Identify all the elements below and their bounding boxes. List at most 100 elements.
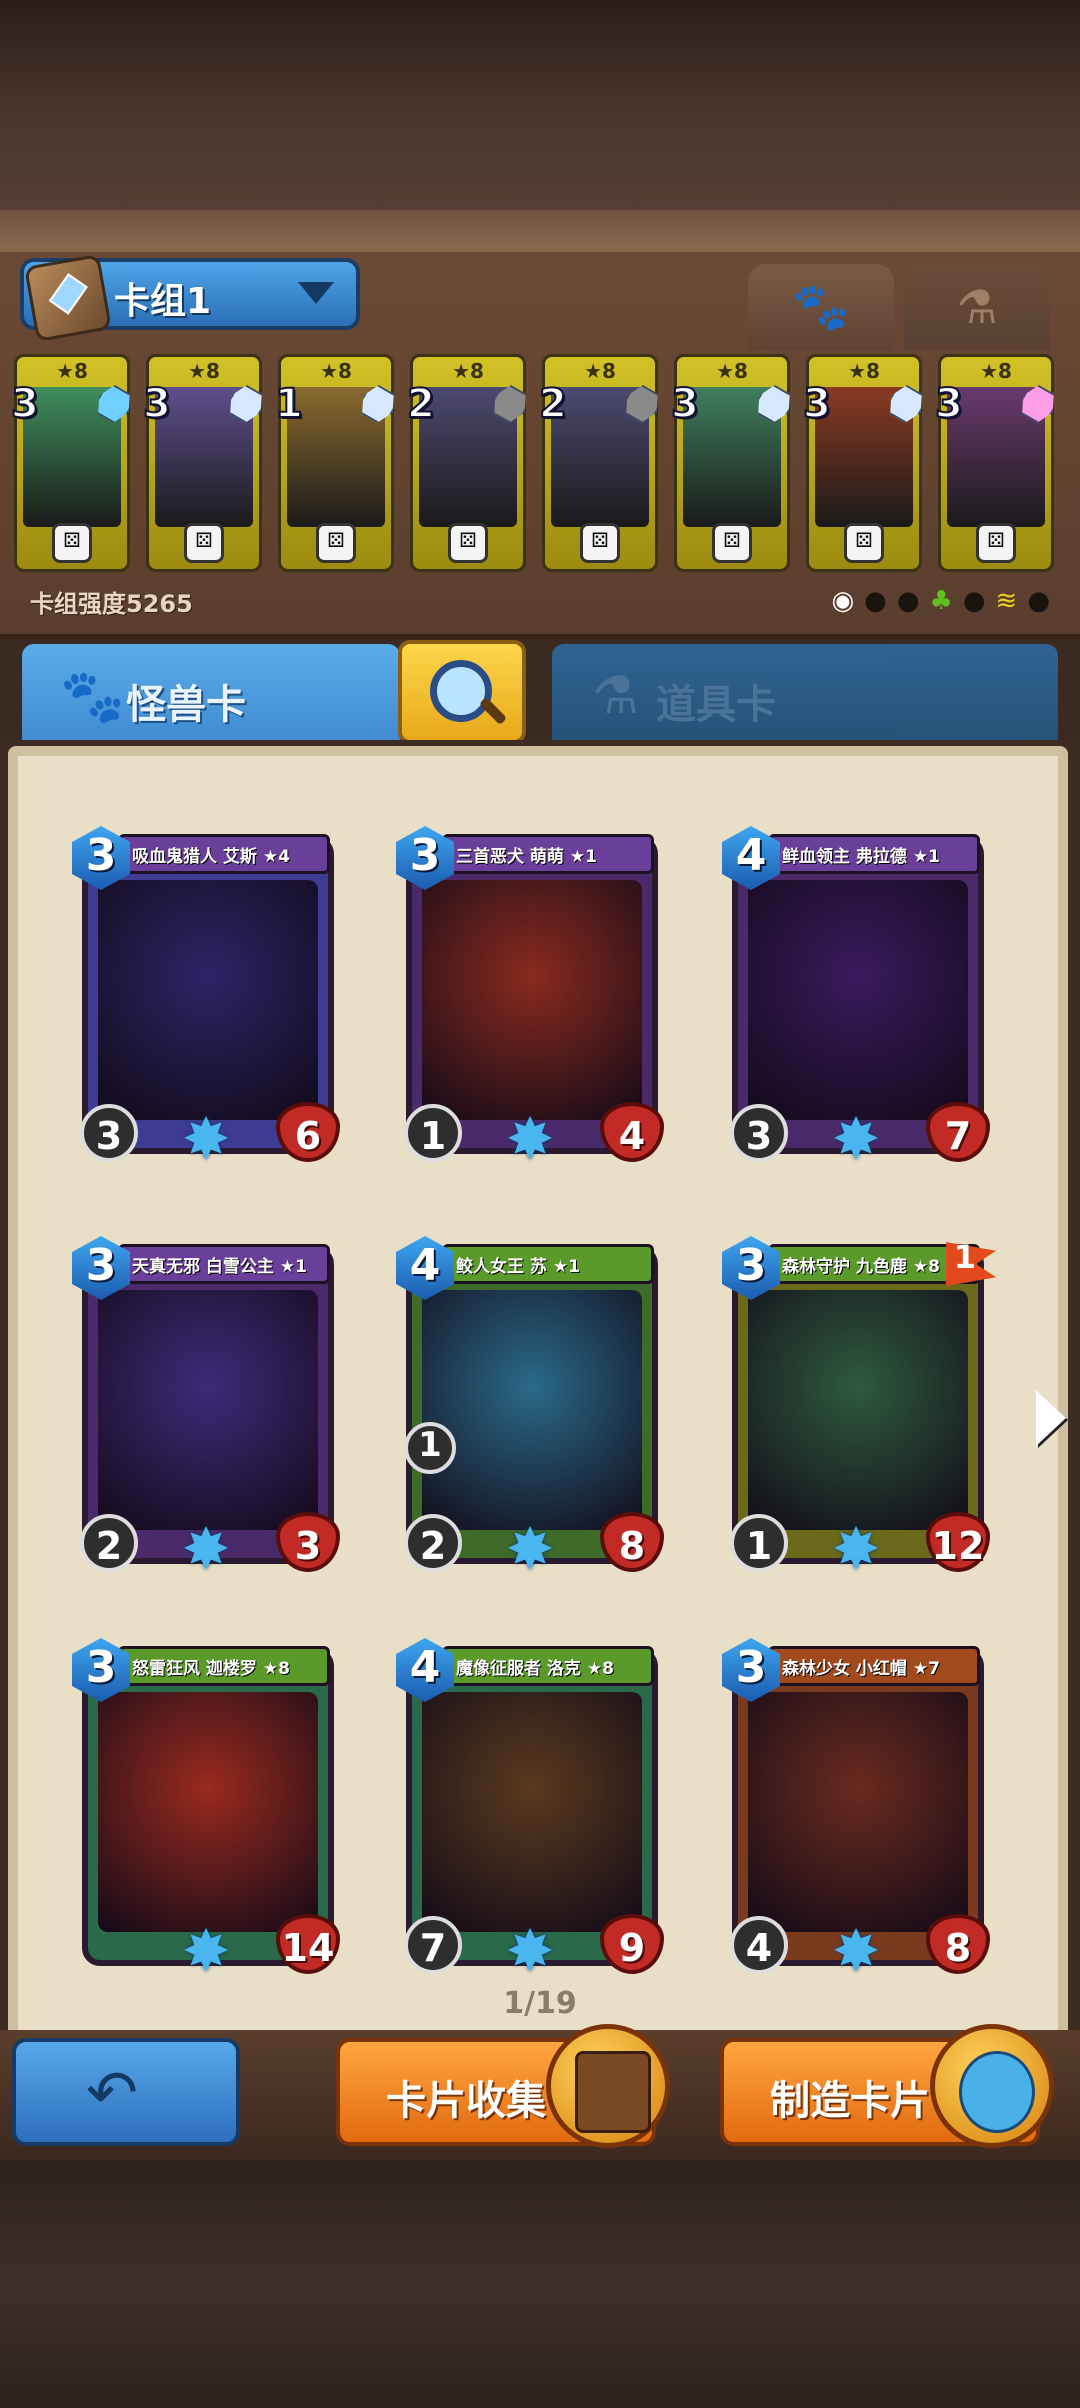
deck-card-cost: 3 bbox=[802, 380, 832, 428]
card-health: 12 bbox=[931, 1524, 985, 1568]
deck-card-row: ★8 3 ⚄ ★8 3 ⚄ ★8 1 ⚄ ★8 2 ⚄ ★8 2 ⚄ ★8 3 ⚄ ★8 3 ⚄ ★8 3 ⚄ bbox=[10, 354, 1066, 576]
monster-card[interactable]: 森林守护 九色鹿 ★8 3 ✸ 12 1 1 bbox=[722, 1236, 996, 1578]
deck-selector[interactable]: 卡组1 bbox=[20, 253, 360, 343]
deck-card[interactable]: ★8 2 ⚄ bbox=[538, 354, 658, 572]
card-flag-count: 1 bbox=[953, 1238, 976, 1276]
card-cost: 3 bbox=[735, 1642, 767, 1693]
card-health: 14 bbox=[281, 1926, 335, 1970]
deck-card[interactable]: ★8 3 ⚄ bbox=[802, 354, 922, 572]
card-cost: 3 bbox=[85, 830, 117, 881]
deck-card-cost: 3 bbox=[934, 380, 964, 428]
page-indicator: 1/19 bbox=[503, 1986, 577, 2021]
card-art bbox=[748, 880, 968, 1120]
deck-card-cost: 2 bbox=[406, 380, 436, 428]
tab-monster-cards[interactable]: 🐾 怪兽卡 bbox=[22, 644, 400, 754]
dice-icon: ⚄ bbox=[52, 523, 92, 563]
deck-card[interactable]: ★8 3 ⚄ bbox=[934, 354, 1054, 572]
flask-icon: ⚗ bbox=[592, 666, 639, 726]
card-extra: 1 bbox=[418, 1425, 442, 1465]
card-art bbox=[98, 1692, 318, 1932]
craft-potion-icon bbox=[930, 2024, 1054, 2148]
deck-card-stars: ★8 bbox=[716, 359, 748, 383]
dice-icon: ⚄ bbox=[844, 523, 884, 563]
card-star-icon: ✸ bbox=[505, 1917, 555, 1985]
dice-icon: ⚄ bbox=[448, 523, 488, 563]
filter-storm-icon[interactable]: ≋ bbox=[996, 586, 1028, 616]
next-page-icon[interactable] bbox=[1036, 1390, 1066, 1446]
monster-card[interactable]: 天真无邪 白雪公主 ★1 3 ✸ 3 2 bbox=[72, 1236, 340, 1578]
tab-deck-monsters[interactable]: 🐾 bbox=[748, 264, 894, 350]
filter-all-icon[interactable]: ◉ bbox=[831, 586, 864, 616]
deck-card-cost: 3 bbox=[10, 380, 40, 428]
card-star-icon: ✸ bbox=[831, 1917, 881, 1985]
deck-name: 卡组1 bbox=[114, 281, 212, 322]
craft-card-button[interactable]: 制造卡片 bbox=[720, 2024, 1054, 2148]
dice-icon: ⚄ bbox=[184, 523, 224, 563]
deck-card[interactable]: ★8 1 ⚄ bbox=[274, 354, 394, 572]
card-name: 鲛人女王 苏 ★1 bbox=[456, 1257, 580, 1277]
deck-card[interactable]: ★8 2 ⚄ bbox=[406, 354, 526, 572]
monster-card[interactable]: 魔像征服者 洛克 ★8 4 ✸ 9 7 bbox=[396, 1638, 664, 1980]
card-attack: 2 bbox=[419, 1524, 447, 1568]
card-attack: 1 bbox=[419, 1114, 447, 1158]
card-star-icon: ✸ bbox=[181, 1515, 231, 1583]
card-name: 吸血鬼猎人 艾斯 ★4 bbox=[132, 847, 290, 867]
monster-card[interactable]: 鲜血领主 弗拉德 ★1 4 ✸ 7 3 bbox=[722, 826, 990, 1168]
card-health: 8 bbox=[618, 1524, 646, 1568]
filter-growth-icon[interactable]: ♣ bbox=[930, 586, 963, 616]
monster-card[interactable]: 鲛人女王 苏 ★1 4 ✸ 8 2 1 bbox=[396, 1236, 664, 1578]
card-name: 怒雷狂风 迦楼罗 ★8 bbox=[132, 1659, 290, 1679]
tab-deck-items[interactable]: ⚗ bbox=[904, 264, 1050, 350]
card-health: 8 bbox=[944, 1926, 972, 1970]
filter-icon[interactable]: ● bbox=[963, 586, 996, 616]
monster-card[interactable]: 怒雷狂风 迦楼罗 ★8 3 ✸ 14 bbox=[72, 1638, 340, 1980]
deck-card[interactable]: ★8 3 ⚄ bbox=[142, 354, 262, 572]
top-background bbox=[0, 0, 1080, 250]
card-star-icon: ✸ bbox=[181, 1105, 231, 1173]
card-star-icon: ✸ bbox=[831, 1105, 881, 1173]
deck-card-stars: ★8 bbox=[320, 359, 352, 383]
card-art bbox=[98, 1290, 318, 1530]
dice-icon: ⚄ bbox=[316, 523, 356, 563]
tab-item-cards[interactable]: ⚗ 道具卡 bbox=[552, 644, 1058, 748]
card-cost: 4 bbox=[735, 830, 767, 881]
card-art bbox=[422, 1290, 642, 1530]
card-cost: 4 bbox=[409, 1642, 441, 1693]
card-art bbox=[748, 1290, 968, 1530]
card-cost: 4 bbox=[409, 1240, 441, 1291]
deck-card-cost: 3 bbox=[142, 380, 172, 428]
filter-icon[interactable]: ● bbox=[1027, 586, 1060, 616]
card-cost: 3 bbox=[85, 1642, 117, 1693]
dice-icon: ⚄ bbox=[712, 523, 752, 563]
craft-card-label: 制造卡片 bbox=[770, 2078, 930, 2124]
filter-icon[interactable]: ● bbox=[864, 586, 897, 616]
tab-item-cards-label: 道具卡 bbox=[656, 682, 776, 728]
monster-card[interactable]: 三首恶犬 萌萌 ★1 3 ✸ 4 1 bbox=[396, 826, 664, 1168]
deck-card[interactable]: ★8 3 ⚄ bbox=[10, 354, 130, 572]
card-star-icon: ✸ bbox=[505, 1515, 555, 1583]
collection-book-icon bbox=[546, 2024, 670, 2148]
monster-card[interactable]: 森林少女 小红帽 ★7 3 ✸ 8 4 bbox=[722, 1638, 990, 1980]
back-button[interactable]: ↶ bbox=[12, 2038, 240, 2146]
bottom-background bbox=[0, 2160, 1080, 2408]
card-name: 森林少女 小红帽 ★7 bbox=[782, 1659, 940, 1679]
deck-card-stars: ★8 bbox=[188, 359, 220, 383]
deck-card-stars: ★8 bbox=[848, 359, 880, 383]
dice-icon: ⚄ bbox=[580, 523, 620, 563]
card-collection-label: 卡片收集 bbox=[386, 2078, 546, 2124]
deck-filter-icons[interactable]: ◉●●♣●≋● bbox=[831, 586, 1060, 616]
card-art bbox=[422, 880, 642, 1120]
tab-monster-cards-label: 怪兽卡 bbox=[126, 682, 246, 728]
card-cost: 3 bbox=[409, 830, 441, 881]
chevron-down-icon bbox=[298, 282, 334, 304]
card-attack: 3 bbox=[95, 1114, 123, 1158]
search-button[interactable] bbox=[398, 640, 526, 744]
deck-card[interactable]: ★8 3 ⚄ bbox=[670, 354, 790, 572]
paw-icon: 🐾 bbox=[792, 279, 850, 334]
filter-icon[interactable]: ● bbox=[897, 586, 930, 616]
card-attack: 1 bbox=[745, 1524, 773, 1568]
card-collection-button[interactable]: 卡片收集 bbox=[336, 2024, 670, 2148]
deck-card-stars: ★8 bbox=[980, 359, 1012, 383]
paw-icon: 🐾 bbox=[60, 667, 125, 727]
monster-card[interactable]: 吸血鬼猎人 艾斯 ★4 3 ✸ 6 3 bbox=[72, 826, 340, 1168]
